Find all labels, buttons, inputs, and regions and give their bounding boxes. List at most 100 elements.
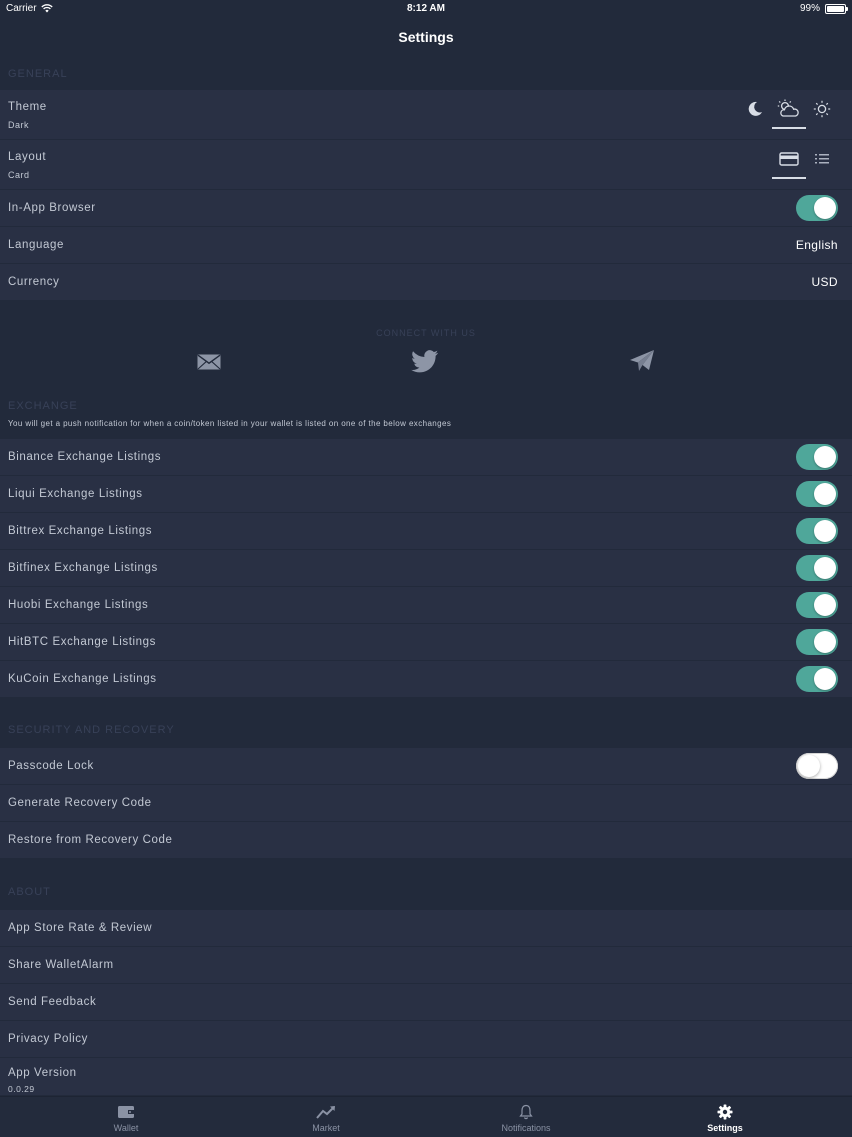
privacy-policy-row[interactable]: Privacy Policy — [0, 1021, 852, 1058]
exchange-label: Huobi Exchange Listings — [8, 599, 149, 611]
layout-selected-indicator — [772, 177, 806, 179]
tab-notifications-label: Notifications — [501, 1123, 551, 1133]
battery-level — [827, 5, 844, 12]
toggle-knob — [814, 520, 836, 542]
battery-info: 99% — [799, 3, 848, 14]
rate-review-row[interactable]: App Store Rate & Review — [0, 910, 852, 947]
currency-label: Currency — [8, 276, 60, 288]
theme-row: Theme Dark — [0, 90, 852, 140]
app-version-row: App Version 0.0.29 — [0, 1058, 852, 1096]
section-header-exchange: EXCHANGE — [8, 400, 78, 412]
list-icon — [815, 154, 829, 164]
exchange-row: Bittrex Exchange Listings — [0, 513, 852, 550]
page-title: Settings — [398, 29, 454, 45]
toggle-knob — [814, 631, 836, 653]
in-app-browser-row: In-App Browser — [0, 190, 852, 227]
bittrex-toggle[interactable] — [796, 518, 838, 544]
layout-label: Layout — [8, 151, 47, 163]
layout-row: Layout Card — [0, 140, 852, 190]
exchange-label: HitBTC Exchange Listings — [8, 636, 156, 648]
share-row[interactable]: Share WalletAlarm — [0, 947, 852, 984]
exchange-row: HitBTC Exchange Listings — [0, 624, 852, 661]
cloud-sun-icon — [777, 99, 799, 117]
telegram-icon — [630, 350, 654, 371]
theme-light-button[interactable] — [810, 98, 834, 120]
wallet-icon — [118, 1106, 134, 1118]
language-label: Language — [8, 239, 64, 251]
chart-line-icon — [316, 1106, 335, 1119]
exchange-row: Liqui Exchange Listings — [0, 476, 852, 513]
toggle-knob — [814, 446, 836, 468]
battery-icon — [825, 3, 848, 14]
currency-value: USD — [811, 275, 838, 289]
section-header-about: ABOUT — [8, 886, 51, 898]
exchange-row: KuCoin Exchange Listings — [0, 661, 852, 698]
layout-list-button[interactable] — [812, 149, 832, 169]
tab-wallet-label: Wallet — [113, 1123, 139, 1133]
moon-icon — [748, 101, 762, 116]
tab-settings[interactable]: Settings — [665, 1097, 785, 1137]
tab-settings-label: Settings — [707, 1123, 743, 1133]
privacy-policy-label: Privacy Policy — [8, 1033, 88, 1045]
exchange-row: Huobi Exchange Listings — [0, 587, 852, 624]
theme-auto-button[interactable] — [774, 98, 804, 120]
tab-market[interactable]: Market — [266, 1097, 386, 1137]
theme-label: Theme — [8, 101, 47, 113]
hitbtc-toggle[interactable] — [796, 629, 838, 655]
bell-icon — [519, 1104, 533, 1120]
exchange-label: Binance Exchange Listings — [8, 451, 162, 463]
exchange-row: Binance Exchange Listings — [0, 439, 852, 476]
theme-value: Dark — [8, 120, 30, 130]
battery-percent: 99% — [799, 3, 820, 14]
restore-recovery-label: Restore from Recovery Code — [8, 834, 173, 846]
toggle-knob — [798, 755, 820, 777]
tab-market-label: Market — [312, 1123, 340, 1133]
passcode-lock-row: Passcode Lock — [0, 748, 852, 785]
feedback-label: Send Feedback — [8, 996, 97, 1008]
in-app-browser-label: In-App Browser — [8, 202, 96, 214]
kucoin-toggle[interactable] — [796, 666, 838, 692]
feedback-row[interactable]: Send Feedback — [0, 984, 852, 1021]
in-app-browser-toggle[interactable] — [796, 195, 838, 221]
toggle-knob — [814, 557, 836, 579]
generate-recovery-row[interactable]: Generate Recovery Code — [0, 785, 852, 822]
tab-notifications[interactable]: Notifications — [466, 1097, 586, 1137]
section-header-general: GENERAL — [8, 68, 68, 80]
gear-icon — [717, 1104, 733, 1120]
exchange-label: Bitfinex Exchange Listings — [8, 562, 158, 574]
exchange-label: Liqui Exchange Listings — [8, 488, 143, 500]
app-version-value: 0.0.29 — [8, 1084, 35, 1094]
theme-selected-indicator — [772, 127, 806, 129]
twitter-button[interactable] — [408, 346, 442, 376]
liqui-toggle[interactable] — [796, 481, 838, 507]
toggle-knob — [814, 483, 836, 505]
rate-review-label: App Store Rate & Review — [8, 922, 153, 934]
binance-toggle[interactable] — [796, 444, 838, 470]
layout-card-button[interactable] — [774, 149, 804, 169]
generate-recovery-label: Generate Recovery Code — [8, 797, 152, 809]
passcode-lock-toggle[interactable] — [796, 753, 838, 779]
tab-wallet[interactable]: Wallet — [66, 1097, 186, 1137]
card-icon — [779, 152, 799, 166]
restore-recovery-row[interactable]: Restore from Recovery Code — [0, 822, 852, 859]
connect-title: CONNECT WITH US — [376, 328, 476, 338]
bitfinex-toggle[interactable] — [796, 555, 838, 581]
exchange-description: You will get a push notification for whe… — [8, 419, 452, 428]
exchange-label: Bittrex Exchange Listings — [8, 525, 153, 537]
passcode-lock-label: Passcode Lock — [8, 760, 94, 772]
language-row[interactable]: Language English — [0, 227, 852, 264]
huobi-toggle[interactable] — [796, 592, 838, 618]
exchange-label: KuCoin Exchange Listings — [8, 673, 157, 685]
status-bar: Carrier 8:12 AM 99% — [0, 0, 852, 18]
status-time: 8:12 AM — [407, 3, 445, 14]
telegram-button[interactable] — [626, 346, 658, 376]
twitter-icon — [411, 349, 439, 372]
tab-bar: Wallet Market Notifications Settings — [0, 1096, 852, 1137]
currency-row[interactable]: Currency USD — [0, 264, 852, 301]
layout-value: Card — [8, 170, 30, 180]
toggle-knob — [814, 594, 836, 616]
toggle-knob — [814, 668, 836, 690]
theme-dark-button[interactable] — [742, 98, 768, 120]
email-button[interactable] — [194, 348, 224, 376]
share-label: Share WalletAlarm — [8, 959, 114, 971]
